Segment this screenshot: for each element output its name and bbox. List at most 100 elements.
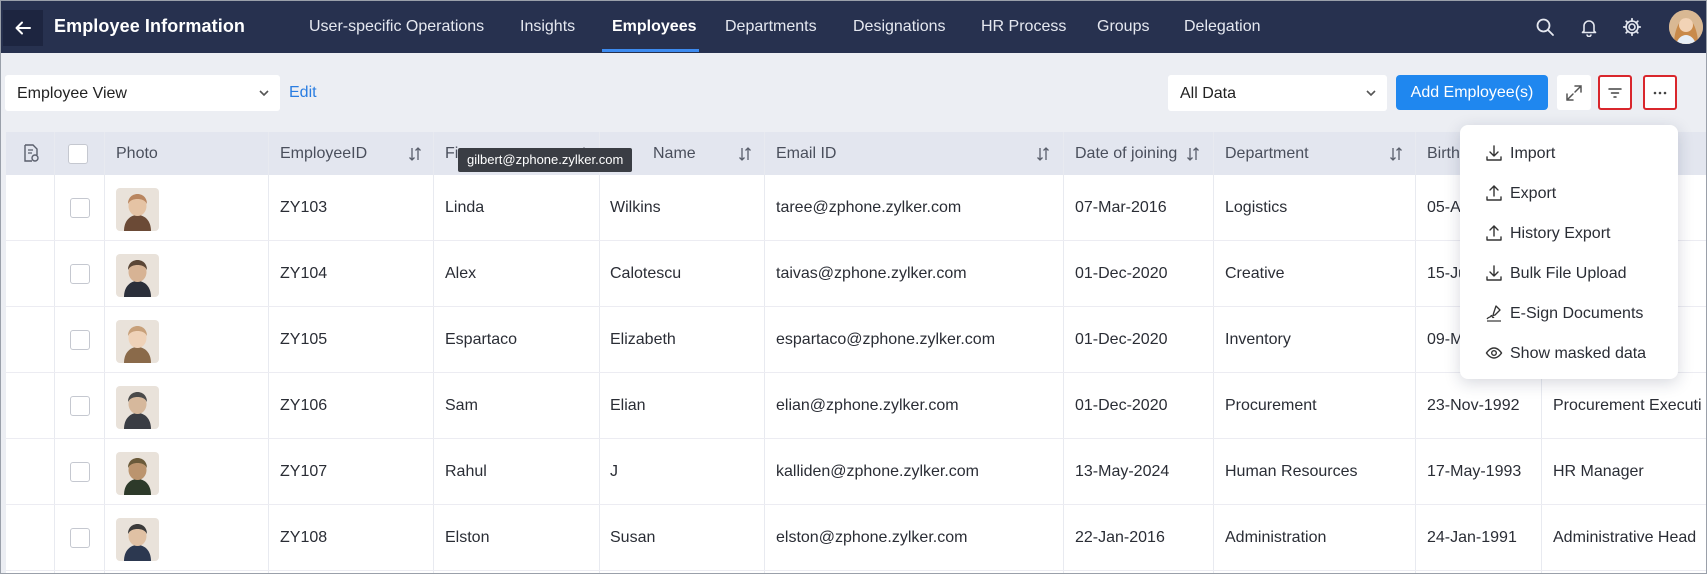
table-row[interactable]: ZY107 Rahul Jkalliden@zphone.zylker.com 13-…: [6, 439, 1706, 505]
cell-doj: 13-May-2024: [1075, 463, 1170, 480]
row-checkbox[interactable]: [70, 198, 90, 218]
row-checkbox[interactable]: [70, 330, 90, 350]
column-header-email[interactable]: Email ID: [776, 132, 836, 175]
sort-icon[interactable]: [1186, 146, 1200, 162]
row-checkbox[interactable]: [70, 462, 90, 482]
column-header-date-of-joining[interactable]: Date of joining: [1075, 132, 1177, 175]
cell-first: Elston: [445, 529, 490, 546]
menu-item-export[interactable]: Export: [1460, 175, 1678, 211]
more-options-button[interactable]: [1643, 75, 1677, 110]
view-select-value: Employee View: [17, 85, 127, 102]
cell-dept: Human Resources: [1225, 463, 1358, 480]
gear-icon: [1622, 17, 1642, 37]
cell-email[interactable]: kalliden@zphone.zylker.com: [776, 463, 979, 481]
email-tooltip: gilbert@zphone.zylker.com: [458, 148, 633, 172]
row-checkbox[interactable]: [70, 264, 90, 284]
cell-email[interactable]: taree@zphone.zylker.com: [776, 199, 961, 217]
chevron-down-icon: [1366, 90, 1376, 97]
chevron-down-icon: [259, 90, 269, 97]
sort-icon[interactable]: [738, 146, 752, 162]
cell-first: Rahul: [445, 463, 487, 480]
table-row[interactable]: ZY108 Elston Susan elston@zphone.zylker.com…: [6, 505, 1706, 571]
cell-last: Elizabeth: [610, 331, 676, 348]
tab-delegation[interactable]: Delegation: [1184, 18, 1261, 36]
cell-last: Wilkins: [610, 199, 661, 216]
tab-groups[interactable]: Groups: [1097, 18, 1149, 36]
cell-id: ZY105: [280, 331, 328, 348]
column-header-birth-date[interactable]: Birth: [1427, 132, 1460, 175]
cell-id: ZY108: [280, 529, 328, 546]
arrow-left-icon: [15, 21, 31, 35]
menu-item-label: Import: [1510, 145, 1556, 162]
more-horizontal-icon: [1653, 91, 1667, 94]
tab-designations[interactable]: Designations: [853, 18, 946, 36]
search-button[interactable]: [1533, 15, 1557, 39]
cell-id: ZY104: [280, 265, 328, 282]
sort-icon[interactable]: [1036, 146, 1050, 162]
table-row[interactable]: ZY103 Linda Wilkins taree@zphone.zylker.com…: [6, 175, 1706, 241]
cell-dept: Administration: [1225, 529, 1327, 546]
top-nav-bar: Employee Information User-specific Opera…: [1, 1, 1706, 53]
cell-id: ZY107: [280, 463, 328, 480]
upload-icon: [1486, 185, 1502, 201]
employee-photo[interactable]: [116, 320, 159, 363]
cell-email[interactable]: espartaco@zphone.zylker.com: [776, 331, 995, 349]
tab-user-specific-operations[interactable]: User-specific Operations: [309, 18, 484, 36]
tab-insights[interactable]: Insights: [520, 18, 575, 36]
filter-button[interactable]: [1598, 75, 1632, 110]
expand-icon: [1566, 84, 1582, 101]
data-filter-value: All Data: [1180, 85, 1237, 102]
menu-item-e-sign-documents[interactable]: E-Sign Documents: [1460, 295, 1678, 331]
notifications-button[interactable]: [1577, 15, 1601, 39]
tab-departments[interactable]: Departments: [725, 18, 817, 36]
app-frame: Employee Information User-specific Opera…: [0, 0, 1707, 574]
employee-photo[interactable]: [116, 452, 159, 495]
employee-photo[interactable]: [116, 188, 159, 231]
user-avatar[interactable]: [1669, 10, 1703, 44]
row-checkbox[interactable]: [70, 396, 90, 416]
menu-item-label: E-Sign Documents: [1510, 305, 1644, 322]
menu-item-show-masked-data[interactable]: Show masked data: [1460, 335, 1678, 371]
employee-table: Photo EmployeeID Fi Name Email ID Date o…: [6, 132, 1706, 573]
add-employee-button[interactable]: Add Employee(s): [1396, 75, 1548, 110]
row-checkbox[interactable]: [70, 528, 90, 548]
employee-photo[interactable]: [116, 254, 159, 297]
tab-employees[interactable]: Employees: [612, 18, 696, 36]
back-button[interactable]: [3, 10, 43, 46]
tab-hr-process[interactable]: HR Process: [981, 18, 1066, 36]
app-title: Employee Information: [54, 16, 246, 36]
menu-item-label: History Export: [1510, 225, 1611, 242]
column-config-button[interactable]: [22, 132, 40, 175]
menu-item-history-export[interactable]: History Export: [1460, 215, 1678, 251]
data-filter-select[interactable]: All Data: [1168, 75, 1387, 111]
download-icon: [1486, 145, 1502, 161]
table-row[interactable]: ZY106 Sam Elian elian@zphone.zylker.com 01-D…: [6, 373, 1706, 439]
menu-item-import[interactable]: Import: [1460, 135, 1678, 171]
menu-item-bulk-file-upload[interactable]: Bulk File Upload: [1460, 255, 1678, 291]
cell-first: Linda: [445, 199, 485, 216]
column-header-employee-id[interactable]: EmployeeID: [280, 132, 367, 175]
sort-icon[interactable]: [1389, 146, 1403, 162]
edit-view-link[interactable]: Edit: [289, 84, 317, 102]
sort-icon[interactable]: [408, 146, 422, 162]
cell-dept: Creative: [1225, 265, 1285, 282]
cell-dept: Procurement: [1225, 397, 1317, 414]
cell-email[interactable]: elian@zphone.zylker.com: [776, 397, 959, 415]
view-select[interactable]: Employee View: [5, 75, 280, 111]
cell-email[interactable]: elston@zphone.zylker.com: [776, 529, 967, 547]
employee-photo[interactable]: [116, 386, 159, 429]
column-header-department[interactable]: Department: [1225, 132, 1309, 175]
select-all-checkbox[interactable]: [68, 144, 88, 164]
cell-first: Alex: [445, 265, 477, 282]
cell-email[interactable]: taivas@zphone.zylker.com: [776, 265, 967, 283]
table-row[interactable]: ZY104 Alex Calotescu taivas@zphone.zylker.c…: [6, 241, 1706, 307]
column-header-last-name[interactable]: Name: [653, 132, 696, 175]
column-header-first-name[interactable]: Fi: [445, 132, 458, 175]
filter-icon: [1608, 87, 1622, 98]
expand-button[interactable]: [1557, 75, 1591, 110]
search-icon: [1536, 18, 1554, 36]
cell-id: ZY106: [280, 397, 328, 414]
settings-button[interactable]: [1620, 15, 1644, 39]
table-row[interactable]: ZY105 Espartaco Elizabeth espartaco@zphone.…: [6, 307, 1706, 373]
employee-photo[interactable]: [116, 518, 159, 561]
